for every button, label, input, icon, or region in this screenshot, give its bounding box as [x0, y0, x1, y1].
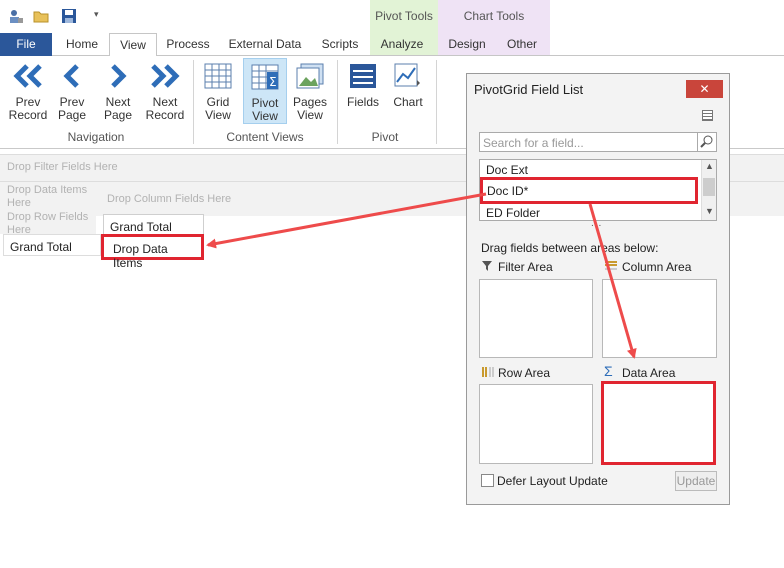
tab-analyze[interactable]: Analyze: [373, 33, 431, 56]
grand-total-row-header: Grand Total: [3, 234, 101, 256]
field-search-input[interactable]: Search for a field...: [479, 132, 717, 152]
pages-view-button[interactable]: Pages View: [292, 62, 328, 122]
prev-page-label-2: Page: [57, 108, 87, 122]
fields-button[interactable]: Fields: [344, 62, 382, 109]
app-icon[interactable]: [8, 8, 24, 27]
tab-other[interactable]: Other: [500, 33, 544, 56]
chart-button[interactable]: Chart: [388, 62, 428, 109]
column-area-icon: [604, 260, 618, 275]
chevron-left-icon: [63, 64, 79, 88]
drag-instructions: Drag fields between areas below:: [481, 241, 659, 255]
pivot-view-label-2: View: [252, 109, 278, 123]
next-page-label-2: Page: [103, 108, 133, 122]
tab-home[interactable]: Home: [60, 33, 104, 56]
double-chevron-right-icon: [151, 64, 180, 88]
customize-toolbar-icon[interactable]: ▾: [94, 9, 99, 20]
grid-view-label-2: View: [205, 108, 231, 122]
field-item-ed-folder[interactable]: ED Folder: [486, 206, 540, 220]
field-list-title: PivotGrid Field List: [474, 82, 584, 97]
fields-label: Fields: [346, 95, 379, 109]
column-fields-placeholder[interactable]: Drop Column Fields Here: [107, 193, 231, 205]
group-pivot: Pivot: [371, 130, 399, 144]
data-items-placeholder[interactable]: Drop Data Items Here: [7, 184, 97, 210]
pivot-view-button[interactable]: Σ Pivot View: [243, 58, 287, 124]
more-fields-indicator: ...: [591, 218, 603, 229]
pages-icon: [296, 63, 324, 89]
filter-icon: [481, 260, 493, 275]
svg-text:Σ: Σ: [269, 75, 277, 89]
layout-options-icon[interactable]: [702, 110, 713, 121]
chevron-right-icon: [111, 64, 127, 88]
filter-area-box[interactable]: [479, 279, 593, 358]
chart-tools-label: Chart Tools: [463, 9, 525, 23]
chart-icon: [394, 63, 420, 87]
field-item-doc-id[interactable]: Doc ID*: [480, 177, 698, 204]
prev-record-button[interactable]: Prev Record: [6, 62, 50, 122]
close-icon: ✕: [699, 82, 710, 96]
sigma-icon: Σ: [604, 363, 613, 379]
tab-file[interactable]: File: [0, 33, 52, 56]
pivot-tools-label: Pivot Tools: [375, 9, 433, 23]
search-icon[interactable]: [697, 133, 716, 151]
row-area-label: Row Area: [498, 366, 551, 380]
scroll-thumb[interactable]: [703, 178, 715, 196]
open-folder-icon[interactable]: [33, 8, 49, 27]
tab-view[interactable]: View: [109, 33, 157, 57]
scroll-down-icon[interactable]: ▼: [705, 206, 714, 216]
ribbon-separator: [436, 60, 437, 144]
group-navigation: Navigation: [67, 130, 125, 144]
close-button[interactable]: ✕: [686, 80, 723, 98]
grand-total-column-header: Grand Total: [103, 214, 204, 236]
grid-icon: [204, 63, 232, 89]
tab-external-data[interactable]: External Data: [224, 33, 306, 56]
double-chevron-left-icon: [13, 64, 42, 88]
data-area-label: Data Area: [622, 366, 676, 380]
defer-layout-label: Defer Layout Update: [497, 474, 608, 488]
group-content-views: Content Views: [226, 130, 304, 144]
field-list-icon: [350, 64, 376, 88]
field-search-placeholder: Search for a field...: [483, 136, 584, 150]
filter-fields-placeholder: Drop Filter Fields Here: [7, 161, 118, 173]
tab-process[interactable]: Process: [162, 33, 214, 56]
data-area-box[interactable]: [601, 381, 716, 465]
ribbon-separator: [193, 60, 194, 144]
ribbon-separator: [337, 60, 338, 144]
pivot-grid-icon: Σ: [251, 64, 279, 90]
chart-label: Chart: [393, 95, 423, 109]
drop-data-items-cell[interactable]: Drop Data Items: [101, 234, 204, 270]
pages-view-label-2: View: [297, 108, 323, 122]
column-area-label: Column Area: [622, 260, 692, 274]
prev-page-button[interactable]: Prev Page: [54, 62, 90, 122]
prev-record-label-2: Record: [8, 108, 48, 122]
update-button[interactable]: Update: [675, 471, 717, 491]
filter-area-label: Filter Area: [498, 260, 553, 274]
row-area-icon: [481, 366, 495, 381]
defer-layout-checkbox[interactable]: [481, 474, 494, 487]
field-item-doc-ext[interactable]: Doc Ext: [486, 163, 528, 177]
save-icon[interactable]: [61, 8, 77, 27]
row-area-box[interactable]: [479, 384, 593, 464]
next-record-label-2: Record: [145, 108, 185, 122]
field-list-scrollbar[interactable]: ▲ ▼: [701, 160, 716, 220]
tab-scripts[interactable]: Scripts: [314, 33, 366, 56]
column-area-box[interactable]: [602, 279, 717, 358]
grid-view-button[interactable]: Grid View: [198, 62, 238, 122]
scroll-up-icon[interactable]: ▲: [705, 161, 714, 171]
tab-design[interactable]: Design: [442, 33, 492, 56]
next-page-button[interactable]: Next Page: [100, 62, 136, 122]
next-record-button[interactable]: Next Record: [143, 62, 187, 122]
